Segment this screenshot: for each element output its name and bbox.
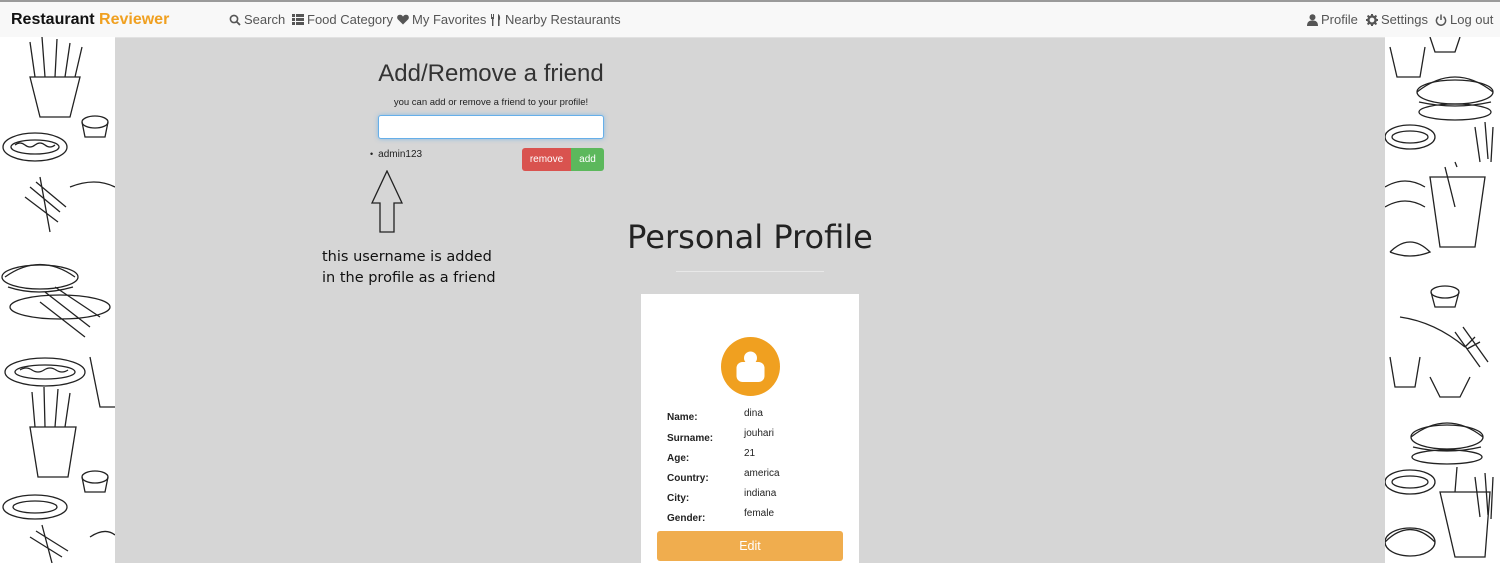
list-icon bbox=[292, 14, 304, 25]
nav-profile[interactable]: Profile bbox=[1307, 12, 1358, 27]
friend-panel-subtitle: you can add or remove a friend to your p… bbox=[393, 97, 589, 108]
brand-name: Restaurant bbox=[11, 11, 95, 28]
nav-settings[interactable]: Settings bbox=[1366, 12, 1428, 27]
annotation-note: this username is added in the profile as… bbox=[322, 247, 496, 289]
search-icon bbox=[229, 14, 241, 26]
friend-list: admin123 bbox=[370, 149, 422, 160]
profile-country-value: america bbox=[744, 468, 780, 479]
power-icon bbox=[1435, 14, 1447, 26]
nav-my-favorites-label: My Favorites bbox=[412, 12, 487, 27]
nav-search-label: Search bbox=[244, 12, 286, 27]
nav-food-category-label: Food Category bbox=[307, 12, 393, 27]
food-doodle-background-left bbox=[0, 37, 115, 563]
user-icon bbox=[1307, 13, 1318, 26]
profile-surname-value: jouhari bbox=[744, 428, 775, 439]
cutlery-icon bbox=[490, 13, 502, 26]
profile-gender-value: female bbox=[744, 508, 775, 519]
food-doodle-background-right bbox=[1385, 37, 1500, 563]
profile-country-label: Country: bbox=[667, 473, 709, 484]
nav-my-favorites[interactable]: My Favorites bbox=[397, 12, 486, 27]
up-arrow-annotation-icon bbox=[370, 170, 404, 233]
profile-surname-label: Surname: bbox=[667, 433, 714, 444]
annotation-line-2: in the profile as a friend bbox=[322, 270, 496, 286]
friend-username-input[interactable] bbox=[378, 115, 604, 139]
user-avatar-icon bbox=[736, 351, 765, 382]
friend-list-item: admin123 bbox=[370, 149, 422, 160]
profile-title: Personal Profile bbox=[627, 218, 873, 256]
brand-logo[interactable]: Restaurant Reviewer bbox=[11, 11, 169, 29]
remove-friend-button[interactable]: remove bbox=[522, 148, 571, 171]
profile-name-label: Name: bbox=[667, 412, 698, 423]
nav-food-category[interactable]: Food Category bbox=[292, 12, 393, 27]
profile-city-value: indiana bbox=[744, 488, 777, 499]
nav-profile-label: Profile bbox=[1321, 12, 1358, 27]
profile-title-divider bbox=[676, 271, 824, 272]
nav-settings-label: Settings bbox=[1381, 12, 1428, 27]
friend-panel-title: Add/Remove a friend bbox=[378, 60, 604, 87]
nav-logout[interactable]: Log out bbox=[1435, 12, 1493, 27]
profile-gender-label: Gender: bbox=[667, 513, 706, 524]
nav-search[interactable]: Search bbox=[229, 12, 285, 27]
add-friend-button[interactable]: add bbox=[571, 148, 604, 171]
profile-name-value: dina bbox=[744, 408, 763, 419]
gear-icon bbox=[1366, 13, 1378, 26]
nav-nearby-restaurants[interactable]: Nearby Restaurants bbox=[490, 12, 621, 27]
nav-nearby-restaurants-label: Nearby Restaurants bbox=[505, 12, 621, 27]
nav-logout-label: Log out bbox=[1450, 12, 1494, 27]
profile-card: Name: dina Surname: jouhari Age: 21 Coun… bbox=[641, 294, 859, 563]
edit-profile-button[interactable]: Edit bbox=[657, 531, 843, 561]
navbar: Restaurant Reviewer Search Food Category… bbox=[0, 2, 1500, 38]
avatar bbox=[721, 337, 780, 396]
heart-icon bbox=[397, 14, 409, 25]
profile-age-value: 21 bbox=[744, 448, 756, 459]
brand-accent: Reviewer bbox=[99, 11, 170, 28]
profile-age-label: Age: bbox=[667, 453, 690, 464]
profile-city-label: City: bbox=[667, 493, 690, 504]
annotation-line-1: this username is added bbox=[322, 249, 492, 265]
